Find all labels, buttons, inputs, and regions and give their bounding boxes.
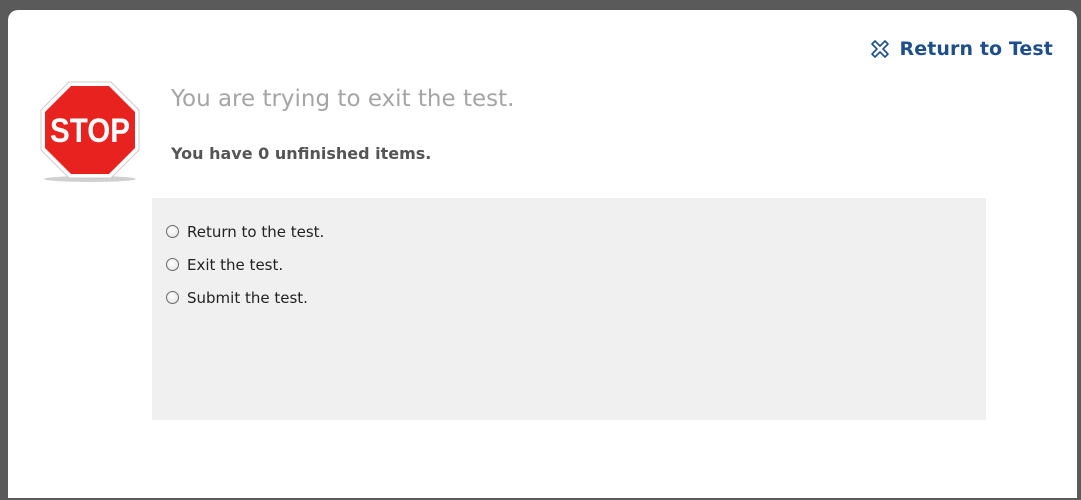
return-to-test-link[interactable]: Return to Test <box>869 38 1053 60</box>
exit-test-dialog: Return to Test STOP You are trying to ex… <box>8 10 1077 498</box>
radio-button[interactable] <box>166 258 179 271</box>
unfinished-items-message: You have 0 unfinished items. <box>171 144 432 163</box>
option-exit-test[interactable]: Exit the test. <box>166 248 986 281</box>
return-to-test-label: Return to Test <box>899 38 1053 60</box>
radio-button[interactable] <box>166 225 179 238</box>
stop-sign-icon: STOP <box>40 81 140 182</box>
option-return-to-test[interactable]: Return to the test. <box>166 215 986 248</box>
exit-options-panel: Return to the test. Exit the test. Submi… <box>152 198 986 420</box>
option-submit-test[interactable]: Submit the test. <box>166 281 986 314</box>
stop-sign-text: STOP <box>50 112 130 150</box>
option-label: Submit the test. <box>187 288 308 307</box>
close-icon <box>871 40 890 58</box>
radio-button[interactable] <box>166 291 179 304</box>
option-label: Exit the test. <box>187 255 284 274</box>
option-label: Return to the test. <box>187 222 325 241</box>
page-title: You are trying to exit the test. <box>171 86 515 112</box>
